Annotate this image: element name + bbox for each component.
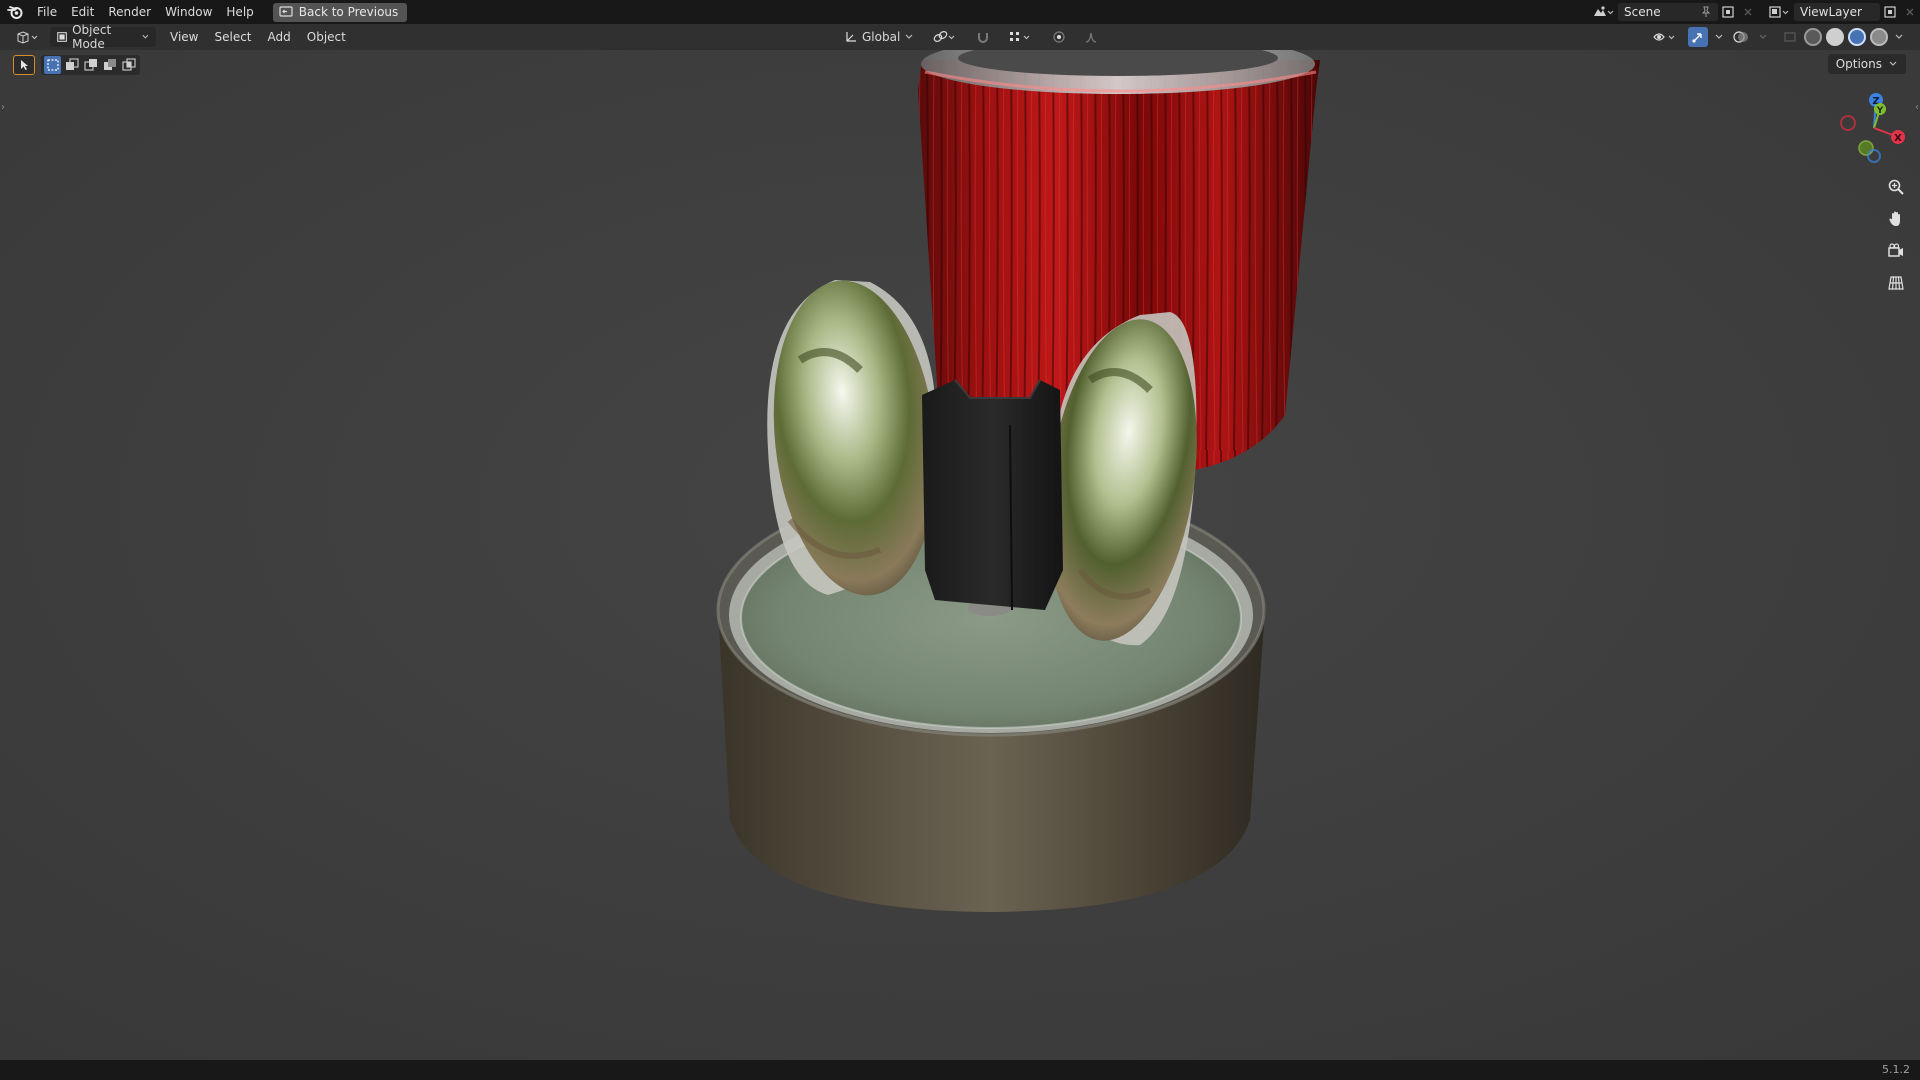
perspective-ortho-grid-icon[interactable] bbox=[1883, 270, 1909, 296]
scene-name: Scene bbox=[1624, 5, 1661, 19]
proportional-falloff-dropdown[interactable] bbox=[1078, 27, 1104, 47]
top-bar: File Edit Render Window Help Back to Pre… bbox=[0, 0, 1920, 24]
status-bar: 5.1.2 bbox=[0, 1060, 1920, 1080]
object-mode-dropdown[interactable]: Object Mode bbox=[50, 23, 156, 51]
viewport-navigation-tools bbox=[1883, 174, 1909, 296]
camera-view-icon[interactable] bbox=[1883, 238, 1909, 264]
overlays-toggle[interactable] bbox=[1730, 27, 1752, 47]
extend-selection-icon[interactable] bbox=[63, 56, 80, 74]
menu-render[interactable]: Render bbox=[101, 0, 158, 24]
snap-grid-icon bbox=[1010, 32, 1030, 41]
gizmo-x-label: X bbox=[1894, 133, 1902, 144]
material-preview-shading-icon[interactable] bbox=[1848, 28, 1866, 46]
gizmo-neg-y[interactable] bbox=[1858, 140, 1874, 156]
proportional-editing-toggle[interactable] bbox=[1046, 27, 1072, 47]
chevron-down-icon bbox=[1895, 34, 1903, 39]
back-screen-icon bbox=[279, 6, 293, 17]
wireframe-shading-icon[interactable] bbox=[1804, 28, 1822, 46]
chevron-down-icon bbox=[1715, 34, 1723, 39]
gizmo-neg-z[interactable] bbox=[1867, 149, 1881, 163]
pivot-point-dropdown[interactable] bbox=[926, 27, 964, 47]
3d-viewport-icon bbox=[17, 31, 38, 44]
cursor-arrow-icon bbox=[21, 60, 28, 70]
sidebar-expand-icon[interactable]: ‹ bbox=[1915, 102, 1919, 113]
new-scene-icon[interactable] bbox=[1718, 2, 1738, 22]
solid-shading-icon[interactable] bbox=[1826, 28, 1844, 46]
eye-visibility-icon bbox=[1653, 33, 1675, 41]
overlays-icon bbox=[1733, 31, 1748, 43]
pan-hand-icon[interactable] bbox=[1883, 206, 1909, 232]
viewport-header: Object Mode View Select Add Object Globa… bbox=[0, 23, 1920, 51]
xray-icon bbox=[1784, 32, 1796, 42]
viewport-display-tools bbox=[1646, 27, 1906, 47]
gizmo-neg-x[interactable] bbox=[1840, 115, 1856, 131]
transform-orientation-label: Global bbox=[862, 30, 901, 44]
subtract-selection-icon[interactable] bbox=[82, 56, 99, 74]
invert-selection-icon[interactable] bbox=[101, 56, 118, 74]
scene-name-field[interactable]: Scene bbox=[1618, 3, 1718, 21]
delete-scene-icon[interactable] bbox=[1738, 2, 1758, 22]
scene-selector-icon[interactable] bbox=[1588, 2, 1618, 22]
view-layer-field[interactable]: ViewLayer bbox=[1794, 3, 1880, 21]
options-dropdown[interactable]: Options bbox=[1827, 54, 1906, 74]
magnet-icon bbox=[978, 33, 989, 43]
menu-window[interactable]: Window bbox=[158, 0, 219, 24]
3d-viewport[interactable]: Options › ‹ Z Y X bbox=[0, 50, 1920, 1060]
delete-view-layer-icon[interactable] bbox=[1900, 2, 1920, 22]
gizmo-dropdown[interactable] bbox=[1712, 27, 1726, 47]
blender-logo-icon[interactable] bbox=[0, 0, 30, 24]
editor-type-dropdown[interactable] bbox=[10, 27, 46, 47]
back-to-previous-label: Back to Previous bbox=[298, 5, 399, 19]
view-layer-name: ViewLayer bbox=[1800, 5, 1862, 19]
select-tool-button[interactable] bbox=[13, 55, 35, 75]
black-block-object[interactable] bbox=[922, 379, 1063, 611]
falloff-curve-icon bbox=[1086, 32, 1097, 43]
orientation-axes-icon bbox=[846, 32, 856, 42]
shading-dropdown[interactable] bbox=[1892, 27, 1906, 47]
chevron-down-icon bbox=[1889, 61, 1897, 66]
pin-icon[interactable] bbox=[1700, 6, 1712, 18]
link-icon bbox=[933, 31, 955, 42]
version-label: 5.1.2 bbox=[1882, 1063, 1910, 1076]
overlays-dropdown[interactable] bbox=[1756, 27, 1770, 47]
chevron-down-icon bbox=[1759, 34, 1767, 39]
new-view-layer-icon[interactable] bbox=[1880, 2, 1900, 22]
object-mode-label: Object Mode bbox=[72, 23, 112, 51]
navigation-gizmo[interactable]: Z Y X bbox=[1836, 90, 1906, 170]
snap-toggle[interactable] bbox=[970, 27, 996, 47]
back-to-previous-button[interactable]: Back to Previous bbox=[272, 2, 408, 22]
menu-view[interactable]: View bbox=[162, 24, 206, 50]
gizmo-y-label: Y bbox=[1876, 106, 1884, 116]
menu-file[interactable]: File bbox=[30, 0, 64, 24]
chevron-down-icon bbox=[905, 34, 913, 39]
rendered-shading-icon[interactable] bbox=[1870, 28, 1888, 46]
menu-add[interactable]: Add bbox=[260, 24, 299, 50]
transform-tools: Global bbox=[838, 27, 1104, 47]
proportional-edit-icon bbox=[1053, 31, 1065, 43]
gizmo-icon bbox=[1692, 33, 1702, 43]
options-label: Options bbox=[1835, 57, 1882, 71]
top-right-controls: Scene ViewLayer bbox=[1588, 0, 1920, 24]
toolbar-expand-icon[interactable]: › bbox=[1, 102, 5, 113]
chevron-down-icon bbox=[142, 34, 149, 39]
object-visibility-dropdown[interactable] bbox=[1646, 27, 1684, 47]
view-layer-selector-icon[interactable] bbox=[1764, 2, 1794, 22]
menu-edit[interactable]: Edit bbox=[64, 0, 101, 24]
menu-help[interactable]: Help bbox=[219, 0, 260, 24]
set-new-selection-icon[interactable] bbox=[44, 56, 61, 74]
transform-orientation-dropdown[interactable]: Global bbox=[838, 27, 920, 47]
menu-object[interactable]: Object bbox=[299, 24, 354, 50]
snap-target-dropdown[interactable] bbox=[1002, 27, 1040, 47]
zoom-icon[interactable] bbox=[1883, 174, 1909, 200]
xray-toggle[interactable] bbox=[1780, 27, 1800, 47]
viewport-toolbar-row bbox=[13, 55, 140, 75]
intersect-selection-icon[interactable] bbox=[120, 56, 137, 74]
object-mode-icon bbox=[57, 32, 67, 42]
menu-select[interactable]: Select bbox=[206, 24, 259, 50]
gizmo-toggle[interactable] bbox=[1688, 27, 1708, 47]
blender-window: File Edit Render Window Help Back to Pre… bbox=[0, 0, 1920, 1080]
selection-mode-group bbox=[41, 55, 140, 75]
scene-render[interactable] bbox=[0, 50, 1920, 1060]
